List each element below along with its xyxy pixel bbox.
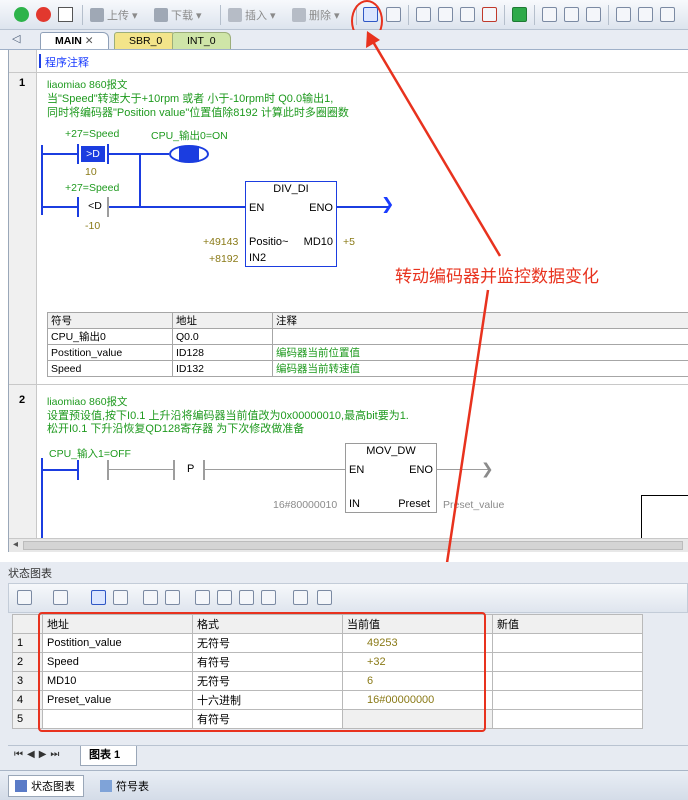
chart-table-icon <box>15 780 27 792</box>
highlight-rect <box>38 612 486 732</box>
tab-status-chart[interactable]: 状态图表 <box>8 775 84 797</box>
chart-mode-icon[interactable] <box>91 590 106 605</box>
status-chart-toolbar <box>8 583 688 613</box>
add-icon[interactable] <box>17 590 32 605</box>
force-icon[interactable] <box>239 590 254 605</box>
glasses-icon[interactable] <box>143 590 158 605</box>
status-chart-title: 状态图表 <box>8 568 52 580</box>
sheet-tab-chart1[interactable]: 图表 1 <box>80 746 138 766</box>
trend-icon[interactable] <box>113 590 128 605</box>
symbol-table-icon <box>100 780 112 792</box>
chart-icon[interactable] <box>293 590 308 605</box>
unlock-icon[interactable] <box>217 590 232 605</box>
bottom-panel-tabs: 状态图表 符号表 <box>0 770 688 800</box>
sheet-nav-icon[interactable]: ⏮◀▶⏭ <box>14 749 63 760</box>
lock-icon[interactable] <box>195 590 210 605</box>
tab-symbol-table[interactable]: 符号表 <box>94 775 157 797</box>
delete-row-icon[interactable] <box>53 590 68 605</box>
options-icon[interactable] <box>317 590 332 605</box>
pencil-icon[interactable] <box>165 590 180 605</box>
sheet-tabs: ⏮◀▶⏭ 图表 1 <box>8 745 688 767</box>
read-all-icon[interactable] <box>261 590 276 605</box>
